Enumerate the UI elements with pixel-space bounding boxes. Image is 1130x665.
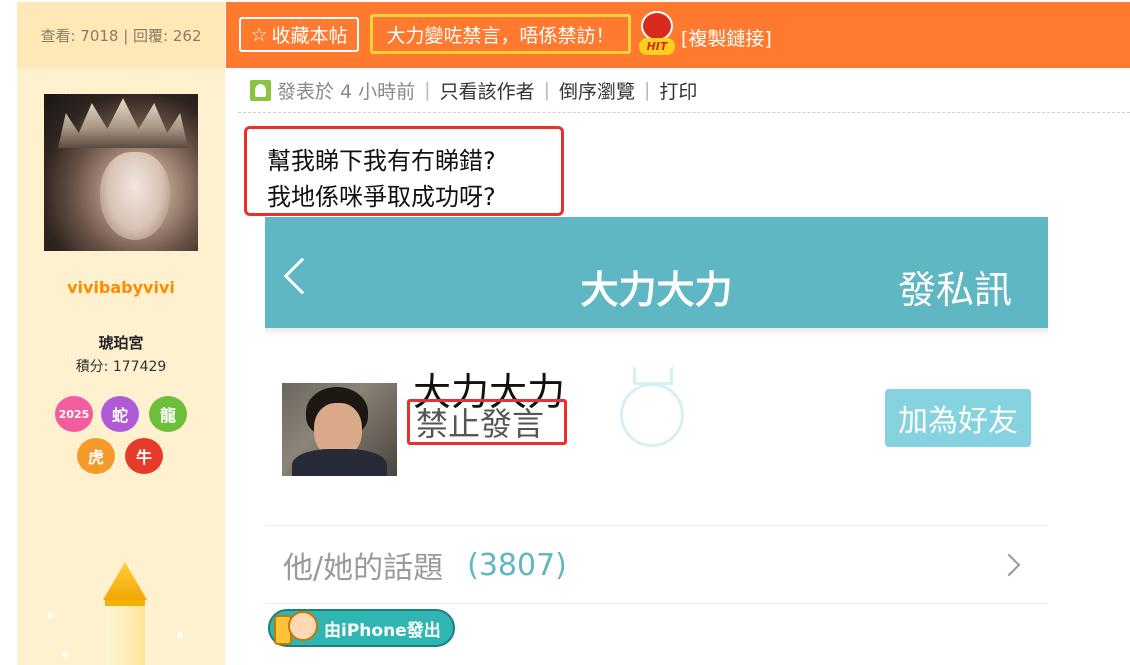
- watermark-mascot-icon: [615, 357, 695, 457]
- user-online-icon: [250, 79, 271, 101]
- post-meta: 發表於 4 小時前 | 只看該作者 | 倒序瀏覽 | 打印: [250, 76, 1130, 104]
- star-icon: ☆: [250, 23, 268, 46]
- medal-snake-icon[interactable]: 蛇: [101, 396, 139, 432]
- topics-label: 他/她的話題: [283, 551, 444, 586]
- topics-count: (3807): [467, 547, 567, 583]
- profile-photo: [282, 383, 397, 476]
- post-text-highlight: 幫我睇下我有冇睇錯? 我地係咪爭取成功呀?: [244, 126, 564, 216]
- castle-decoration-icon: [75, 562, 175, 665]
- avatar-face: [100, 152, 170, 240]
- medal-ox-icon[interactable]: 牛: [125, 438, 163, 474]
- medal-tiger-icon[interactable]: 虎: [77, 438, 115, 474]
- favorite-button[interactable]: ☆ 收藏本帖: [239, 17, 359, 52]
- sparkle-icon: [62, 652, 68, 658]
- print-link[interactable]: 打印: [659, 77, 697, 104]
- username-link[interactable]: vivibabyvivi: [17, 278, 225, 297]
- banned-status-highlight: 禁止發言: [407, 399, 567, 445]
- user-points: 積分: 177429: [75, 359, 167, 375]
- only-author-link[interactable]: 只看該作者: [440, 77, 535, 104]
- post-time: 發表於 4 小時前: [277, 80, 416, 103]
- crown-image: [58, 98, 188, 148]
- send-pm-label: 發私訊: [897, 268, 1012, 312]
- thread-stats: 查看: 7018 | 回覆: 262: [17, 2, 225, 68]
- from-iphone-badge[interactable]: 由iPhone發出: [268, 609, 455, 647]
- avatar[interactable]: [44, 94, 198, 251]
- sparkle-icon: [177, 632, 183, 638]
- profile-header: 大力大力 發私訊: [265, 217, 1048, 328]
- reverse-order-link[interactable]: 倒序瀏覽: [559, 77, 635, 104]
- post-line: 我地係咪爭取成功呀?: [267, 183, 496, 211]
- from-iphone-label: 由iPhone發出: [324, 620, 441, 641]
- sparkle-icon: [47, 612, 53, 618]
- medal-dragon-icon[interactable]: 龍: [149, 396, 187, 432]
- thread-title-highlight[interactable]: 大力變咗禁言，唔係禁訪！: [370, 14, 631, 54]
- divider: [238, 112, 1130, 113]
- user-rank: 琥珀宮: [98, 334, 144, 352]
- iphone-mascot-icon: [272, 607, 320, 651]
- post-line: 幫我睇下我有冇睇錯?: [267, 147, 496, 175]
- copy-link-button[interactable]: [複製鏈接]: [681, 24, 772, 51]
- embedded-screenshot: 大力大力 發私訊 大力大力 禁止發言 加為好友 他/她的話題 (3807): [265, 217, 1048, 665]
- add-friend-label: 加為好友: [885, 389, 1031, 447]
- user-panel: 查看: 7018 | 回覆: 262 vivibabyvivi 琥珀宮 積分: …: [17, 2, 225, 665]
- hit-mascot-icon: HIT: [639, 11, 675, 57]
- user-topics-row: 他/她的話題 (3807): [283, 545, 1043, 586]
- favorite-label: 收藏本帖: [271, 25, 348, 47]
- chevron-right-icon: [997, 553, 1021, 577]
- thread-toolbar: ☆ 收藏本帖 大力變咗禁言，唔係禁訪！ HIT [複製鏈接]: [226, 2, 1130, 68]
- medal-2025-icon[interactable]: 2025: [55, 396, 93, 432]
- banned-status: 禁止發言: [416, 405, 545, 443]
